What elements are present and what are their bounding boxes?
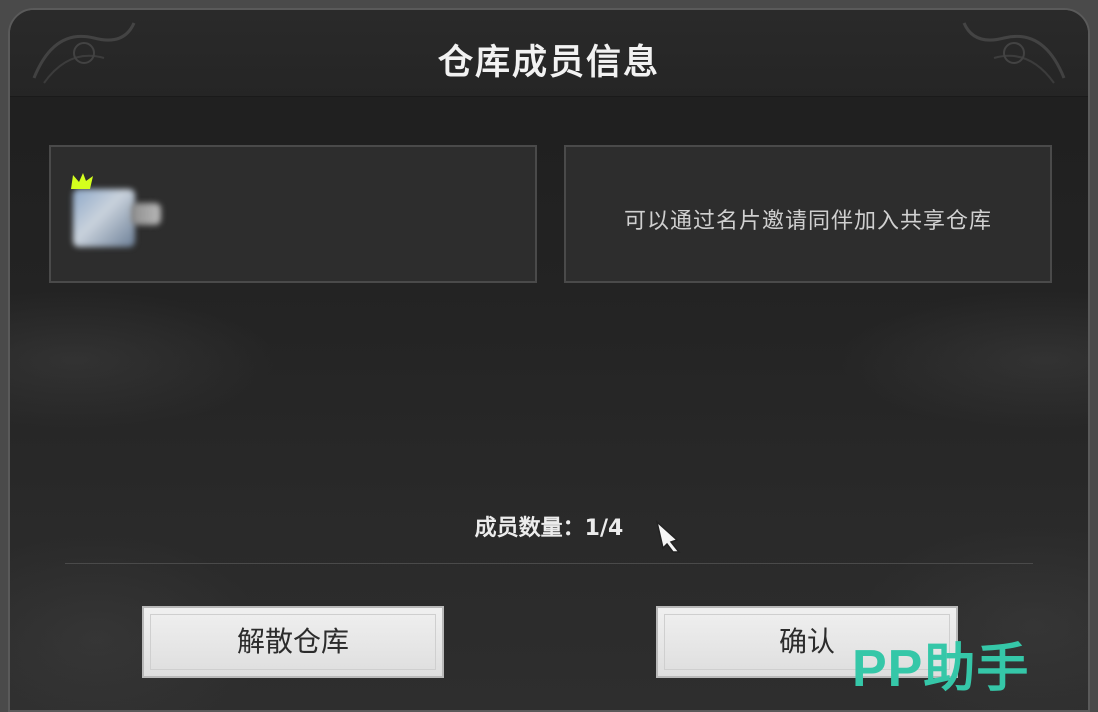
screen-background: 仓库成员信息 可以通过名片邀请同伴加入共享仓库 成员数量：1/4 解散仓库 确认… [0, 0, 1098, 712]
title-bar: 仓库成员信息 [10, 10, 1088, 97]
crown-icon [71, 173, 93, 189]
warehouse-members-dialog: 仓库成员信息 可以通过名片邀请同伴加入共享仓库 成员数量：1/4 解散仓库 确认 [8, 8, 1090, 712]
watermark-logo: PP助手 [852, 640, 1030, 698]
disband-warehouse-button[interactable]: 解散仓库 [142, 606, 444, 678]
invite-hint-text: 可以通过名片邀请同伴加入共享仓库 [623, 209, 992, 234]
dialog-title: 仓库成员信息 [437, 43, 660, 83]
member-count-label: 成员数量：1/4 [474, 516, 624, 541]
avatar[interactable] [65, 173, 161, 247]
blurred-member-name [131, 203, 161, 225]
invite-card[interactable]: 可以通过名片邀请同伴加入共享仓库 [564, 145, 1052, 283]
member-card-owner[interactable] [49, 145, 537, 283]
divider [65, 563, 1033, 564]
cursor-pointer-icon [655, 520, 681, 553]
blurred-avatar [73, 189, 135, 247]
